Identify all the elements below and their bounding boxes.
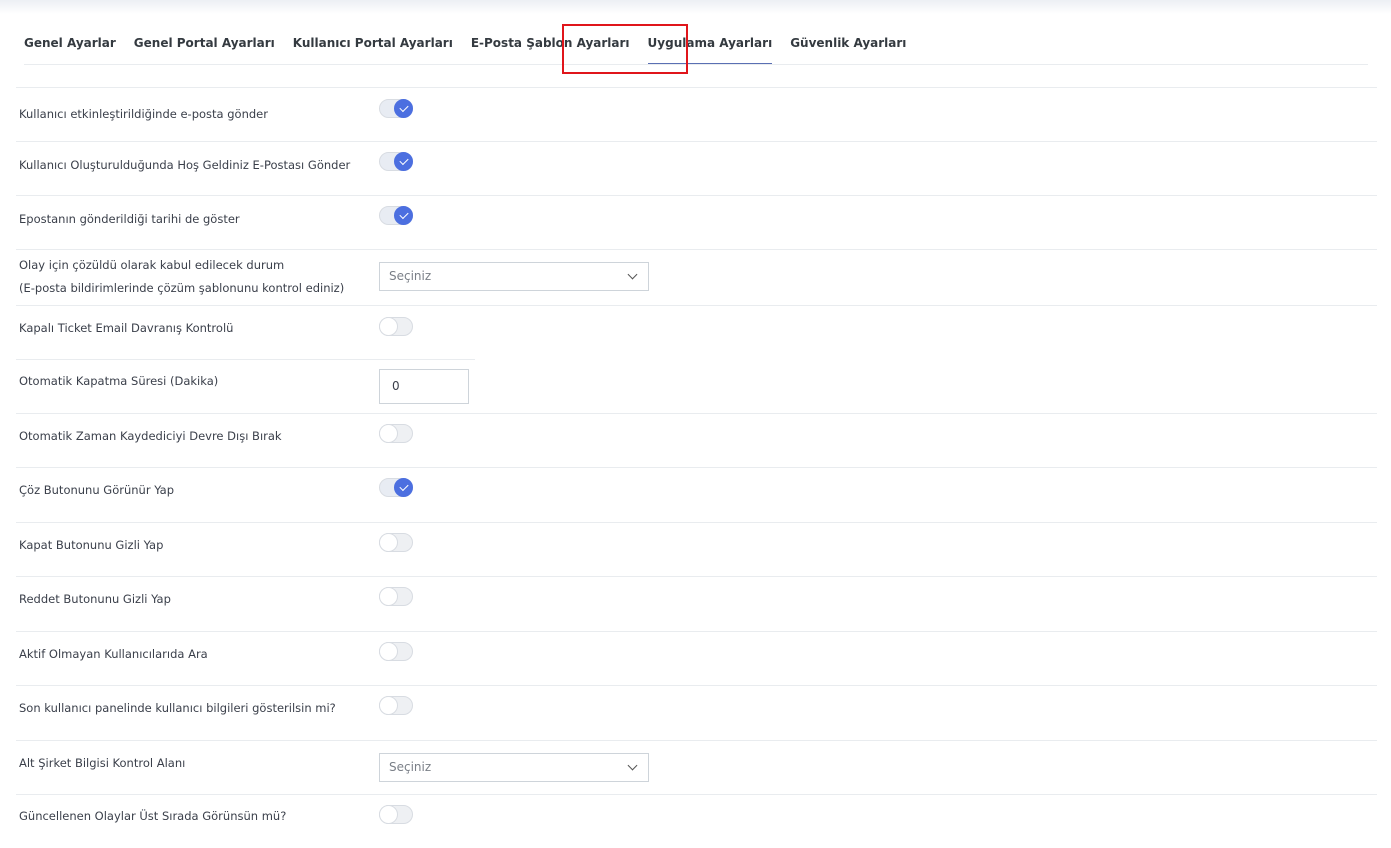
toggle-knob xyxy=(379,317,398,336)
tab-genel-ayarlar[interactable]: Genel Ayarlar xyxy=(24,22,116,63)
setting-toggle[interactable] xyxy=(379,317,413,336)
setting-row: Olay için çözüldü olarak kabul edilecek … xyxy=(16,249,1377,305)
check-icon xyxy=(398,102,409,113)
setting-row: Güncellenen Olaylar Üst Sırada Görünsün … xyxy=(16,794,1377,848)
setting-row: Alt Şirket Bilgisi Kontrol Alanı Seçiniz xyxy=(16,740,1377,794)
setting-label: Alt Şirket Bilgisi Kontrol Alanı xyxy=(19,756,186,770)
sub-company-select[interactable]: Seçiniz xyxy=(379,753,649,782)
setting-row: Kapat Butonunu Gizli Yap xyxy=(16,522,1377,576)
check-icon xyxy=(398,209,409,220)
settings-tabs: Genel Ayarlar Genel Portal Ayarları Kull… xyxy=(24,22,1368,65)
setting-label: Olay için çözüldü olarak kabul edilecek … xyxy=(19,254,344,300)
toggle-knob xyxy=(379,424,398,443)
setting-toggle[interactable] xyxy=(379,206,413,225)
setting-label: Kapat Butonunu Gizli Yap xyxy=(19,538,164,552)
check-icon xyxy=(398,155,409,166)
setting-toggle[interactable] xyxy=(379,805,413,824)
setting-row: Epostanın gönderildiği tarihi de göster xyxy=(16,195,1377,249)
setting-toggle[interactable] xyxy=(379,424,413,443)
setting-row: Kapalı Ticket Email Davranış Kontrolü xyxy=(16,305,1377,359)
setting-row: Reddet Butonunu Gizli Yap xyxy=(16,576,1377,631)
toggle-knob xyxy=(379,587,398,606)
setting-row: Otomatik Kapatma Süresi (Dakika) 0 xyxy=(16,359,1377,413)
setting-toggle[interactable] xyxy=(379,696,413,715)
toggle-knob xyxy=(379,805,398,824)
setting-toggle[interactable] xyxy=(379,642,413,661)
tab-uygulama-ayarlari[interactable]: Uygulama Ayarları xyxy=(647,22,772,64)
chevron-down-icon xyxy=(627,269,638,280)
tab-kullanici-portal-ayarlari[interactable]: Kullanıcı Portal Ayarları xyxy=(293,22,453,63)
chevron-down-icon xyxy=(627,760,638,771)
setting-label: Son kullanıcı panelinde kullanıcı bilgil… xyxy=(19,701,336,715)
setting-row: Son kullanıcı panelinde kullanıcı bilgil… xyxy=(16,685,1377,740)
setting-row: Çöz Butonunu Görünür Yap xyxy=(16,467,1377,522)
setting-label: Otomatik Zaman Kaydediciyi Devre Dışı Bı… xyxy=(19,429,282,443)
toggle-knob xyxy=(394,152,413,171)
toggle-knob xyxy=(394,99,413,118)
setting-row: Kullanıcı Oluşturulduğunda Hoş Geldiniz … xyxy=(16,141,1377,195)
setting-row: Otomatik Zaman Kaydediciyi Devre Dışı Bı… xyxy=(16,413,1377,467)
setting-toggle[interactable] xyxy=(379,587,413,606)
setting-toggle[interactable] xyxy=(379,152,413,171)
top-shade xyxy=(0,0,1391,14)
tab-genel-portal-ayarlari[interactable]: Genel Portal Ayarları xyxy=(134,22,275,63)
tab-e-posta-sablon-ayarlari[interactable]: E-Posta Şablon Ayarları xyxy=(471,22,630,63)
setting-label-line1: Olay için çözüldü olarak kabul edilecek … xyxy=(19,258,285,272)
setting-label: Aktif Olmayan Kullanıcılarıda Ara xyxy=(19,647,208,661)
setting-label: Otomatik Kapatma Süresi (Dakika) xyxy=(19,374,219,388)
setting-toggle[interactable] xyxy=(379,478,413,497)
setting-label: Güncellenen Olaylar Üst Sırada Görünsün … xyxy=(19,809,287,823)
setting-row: Kullanıcı etkinleştirildiğinde e-posta g… xyxy=(16,87,1377,141)
setting-row: Aktif Olmayan Kullanıcılarıda Ara xyxy=(16,631,1377,685)
select-value: Seçiniz xyxy=(389,760,432,774)
setting-label: Kapalı Ticket Email Davranış Kontrolü xyxy=(19,321,234,335)
resolved-status-select[interactable]: Seçiniz xyxy=(379,262,649,291)
toggle-knob xyxy=(379,642,398,661)
check-icon xyxy=(398,481,409,492)
setting-label: Çöz Butonunu Görünür Yap xyxy=(19,483,175,497)
toggle-knob xyxy=(394,478,413,497)
select-value: Seçiniz xyxy=(389,269,432,283)
setting-label: Kullanıcı Oluşturulduğunda Hoş Geldiniz … xyxy=(19,158,351,172)
toggle-knob xyxy=(379,696,398,715)
setting-label: Reddet Butonunu Gizli Yap xyxy=(19,592,171,606)
tab-guvenlik-ayarlari[interactable]: Güvenlik Ayarları xyxy=(790,22,906,63)
setting-label: Kullanıcı etkinleştirildiğinde e-posta g… xyxy=(19,107,268,121)
setting-label: Epostanın gönderildiği tarihi de göster xyxy=(19,212,240,226)
toggle-knob xyxy=(394,206,413,225)
setting-toggle[interactable] xyxy=(379,533,413,552)
setting-label-line2: (E-posta bildirimlerinde çözüm şablonunu… xyxy=(19,281,345,295)
settings-list: Kullanıcı etkinleştirildiğinde e-posta g… xyxy=(16,87,1377,848)
toggle-knob xyxy=(379,533,398,552)
setting-toggle[interactable] xyxy=(379,99,413,118)
auto-close-minutes-input[interactable]: 0 xyxy=(379,369,469,404)
